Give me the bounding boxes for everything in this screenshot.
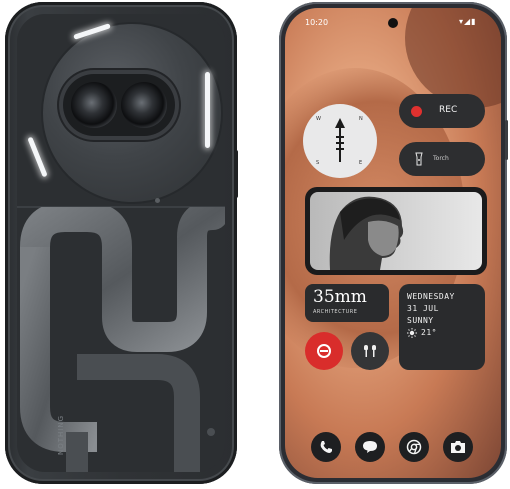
weather-condition: SUNNY: [407, 316, 434, 325]
front-camera-icon: [388, 18, 398, 28]
earbuds-icon: [364, 345, 376, 357]
do-not-disturb-bar: [320, 350, 328, 352]
ultrawide-camera-lens-icon: [121, 82, 167, 128]
torch-widget[interactable]: Torch: [399, 142, 485, 176]
weather-day: WEDNESDAY: [407, 292, 455, 301]
voice-recorder-widget[interactable]: REC: [399, 94, 485, 128]
screw-icon: [207, 428, 215, 436]
torch-label: Torch: [433, 155, 449, 162]
earbuds-button[interactable]: [351, 332, 389, 370]
compass-west: W: [316, 116, 321, 122]
photo-widget[interactable]: [305, 187, 487, 275]
brand-text: NOTHING: [57, 414, 65, 455]
weather-date: 31 JUL: [407, 304, 439, 313]
home-screen: 10:20 ▾◢▮ W N S E REC Torch 35mm ARCHITE…: [285, 8, 501, 478]
camera-app-button[interactable]: [443, 432, 473, 462]
compass-widget[interactable]: W N S E: [303, 104, 377, 178]
chrome-app-button[interactable]: [399, 432, 429, 462]
side-button: [234, 150, 238, 198]
camera-module: [63, 74, 175, 136]
portrait-silhouette: [329, 196, 404, 270]
compass-north: N: [359, 116, 363, 122]
wallpaper-shadow: [405, 8, 501, 108]
phone-icon: [320, 441, 332, 453]
compass-south: S: [316, 160, 320, 166]
messages-icon: [363, 441, 377, 453]
lens-title: 35mm: [313, 287, 367, 307]
sun-icon: [407, 328, 417, 338]
messages-app-button[interactable]: [355, 432, 385, 462]
status-icons: ▾◢▮: [459, 17, 477, 26]
phone-back-view: NOTHING: [5, 2, 237, 484]
record-label: REC: [439, 105, 458, 115]
status-time: 10:20: [305, 18, 329, 27]
record-icon: [411, 106, 422, 117]
phone-app-button[interactable]: [311, 432, 341, 462]
camera-icon: [451, 441, 465, 453]
chrome-icon: [406, 439, 422, 455]
camera-mode-widget[interactable]: 35mm ARCHITECTURE: [305, 284, 389, 322]
screw-icon: [155, 198, 160, 203]
lens-subtitle: ARCHITECTURE: [313, 309, 358, 315]
flashlight-icon: [415, 152, 423, 166]
portrait-photo: [310, 192, 482, 270]
wireless-charging-coil-cover: [20, 207, 225, 472]
weather-widget[interactable]: WEDNESDAY 31 JUL SUNNY 21°: [399, 284, 485, 370]
do-not-disturb-button[interactable]: [305, 332, 343, 370]
main-camera-lens-icon: [71, 82, 117, 128]
phone-front-view: 10:20 ▾◢▮ W N S E REC Torch 35mm ARCHITE…: [279, 2, 507, 484]
weather-temperature: 21°: [421, 328, 437, 337]
compass-east: E: [359, 160, 363, 166]
power-button: [505, 120, 508, 160]
compass-needle-icon: [335, 118, 345, 162]
glyph-light-right: [205, 72, 210, 148]
